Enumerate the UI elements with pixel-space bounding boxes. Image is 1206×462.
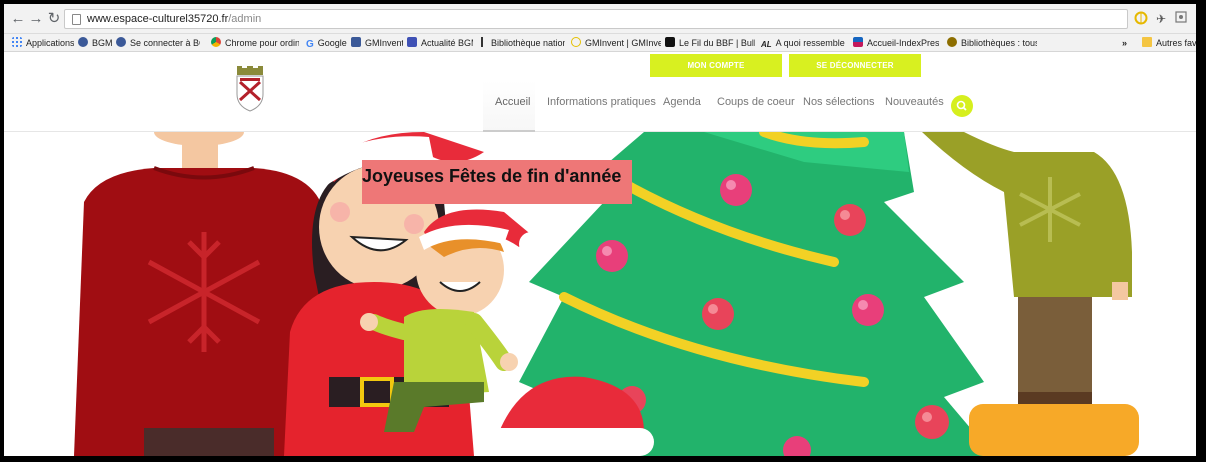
bgm-icon [78, 37, 88, 47]
site-header: MON COMPTE SE DÉCONNECTER Accueil Inform… [4, 52, 1196, 132]
menu-informations-pratiques[interactable]: Informations pratiques [547, 96, 656, 108]
bookmarks-bar: Applications BGM Se connecter à BGM Chro… [4, 34, 1196, 52]
bookmark-gminvent-2[interactable]: GMInvent | GMInvent [571, 36, 661, 50]
bookmark-connect-bgm[interactable]: Se connecter à BGM [116, 36, 200, 50]
bookmark-bgm[interactable]: BGM [78, 36, 112, 50]
bookmark-bibliotheques[interactable]: Bibliothèques : tous l [947, 36, 1037, 50]
my-account-button[interactable]: MON COMPTE [650, 54, 782, 77]
google-icon: G [306, 39, 314, 50]
url-path: /admin [228, 13, 262, 25]
apps-grid-icon [12, 37, 22, 47]
holiday-greeting-banner: Joyeuses Fêtes de fin d'année [362, 160, 632, 204]
city-crest-logo[interactable] [234, 66, 266, 112]
bookmark-indexpresse[interactable]: Accueil-IndexPresse [853, 36, 939, 50]
hero-banner: Joyeuses Fêtes de fin d'année [4, 132, 1196, 456]
bibliotheques-icon [947, 37, 957, 47]
bookmark-bnf[interactable]: Bibliothèque national [481, 36, 565, 50]
bgm-icon [116, 37, 126, 47]
back-arrow-icon[interactable]: ← [10, 11, 26, 27]
extension-circle-icon[interactable] [1133, 11, 1149, 27]
indexpresse-icon [853, 37, 863, 47]
url-host: www.espace-culturel35720.fr [87, 13, 229, 25]
folder-icon [1142, 37, 1152, 47]
bookmark-google[interactable]: G Google [306, 36, 348, 50]
right-person-figure [922, 132, 1139, 456]
bbf-icon [665, 37, 675, 47]
address-field[interactable]: www.espace-culturel35720.fr/admin [64, 9, 1128, 29]
address-bar-row: ← → ↻ www.espace-culturel35720.fr/admin … [4, 4, 1196, 34]
logout-button[interactable]: SE DÉCONNECTER [789, 54, 921, 77]
bookmark-bbf[interactable]: Le Fil du BBF | Bulletin [665, 36, 755, 50]
airplane-icon[interactable]: ✈ [1153, 11, 1169, 27]
gminvent-circle-icon [571, 37, 581, 47]
al-icon: AL [761, 40, 772, 49]
more-bookmarks-chevron-icon[interactable]: » [1122, 36, 1132, 50]
bookmark-other-folder[interactable]: Autres favo [1142, 36, 1196, 50]
screenshot-icon[interactable] [1173, 11, 1189, 27]
reload-icon[interactable]: ↻ [46, 11, 62, 27]
menu-nouveautes[interactable]: Nouveautés [885, 96, 944, 108]
forward-arrow-icon[interactable]: → [28, 11, 44, 27]
holiday-greeting-text: Joyeuses Fêtes de fin d'année [362, 166, 622, 186]
bookmark-a-quoi[interactable]: ALA quoi ressembleront [761, 36, 845, 50]
m-icon [407, 37, 417, 47]
menu-accueil[interactable]: Accueil [495, 96, 530, 108]
menu-agenda[interactable]: Agenda [663, 96, 701, 108]
facebook-icon [351, 37, 361, 47]
bookmark-actualite-bgm[interactable]: Actualité BGM [407, 36, 473, 50]
page-icon [72, 14, 81, 25]
chrome-icon [211, 37, 221, 47]
bookmark-applications[interactable]: Applications [12, 36, 74, 50]
menu-coups-de-coeur[interactable]: Coups de coeur [717, 96, 795, 108]
bookmark-gminvent[interactable]: GMInvent [351, 36, 403, 50]
browser-window: ← → ↻ www.espace-culturel35720.fr/admin … [4, 4, 1196, 456]
menu-nos-selections[interactable]: Nos sélections [803, 96, 875, 108]
search-button[interactable] [951, 95, 973, 117]
search-icon [956, 100, 967, 111]
bookmark-chrome[interactable]: Chrome pour ordinat [211, 36, 299, 50]
bnf-icon [481, 37, 487, 47]
